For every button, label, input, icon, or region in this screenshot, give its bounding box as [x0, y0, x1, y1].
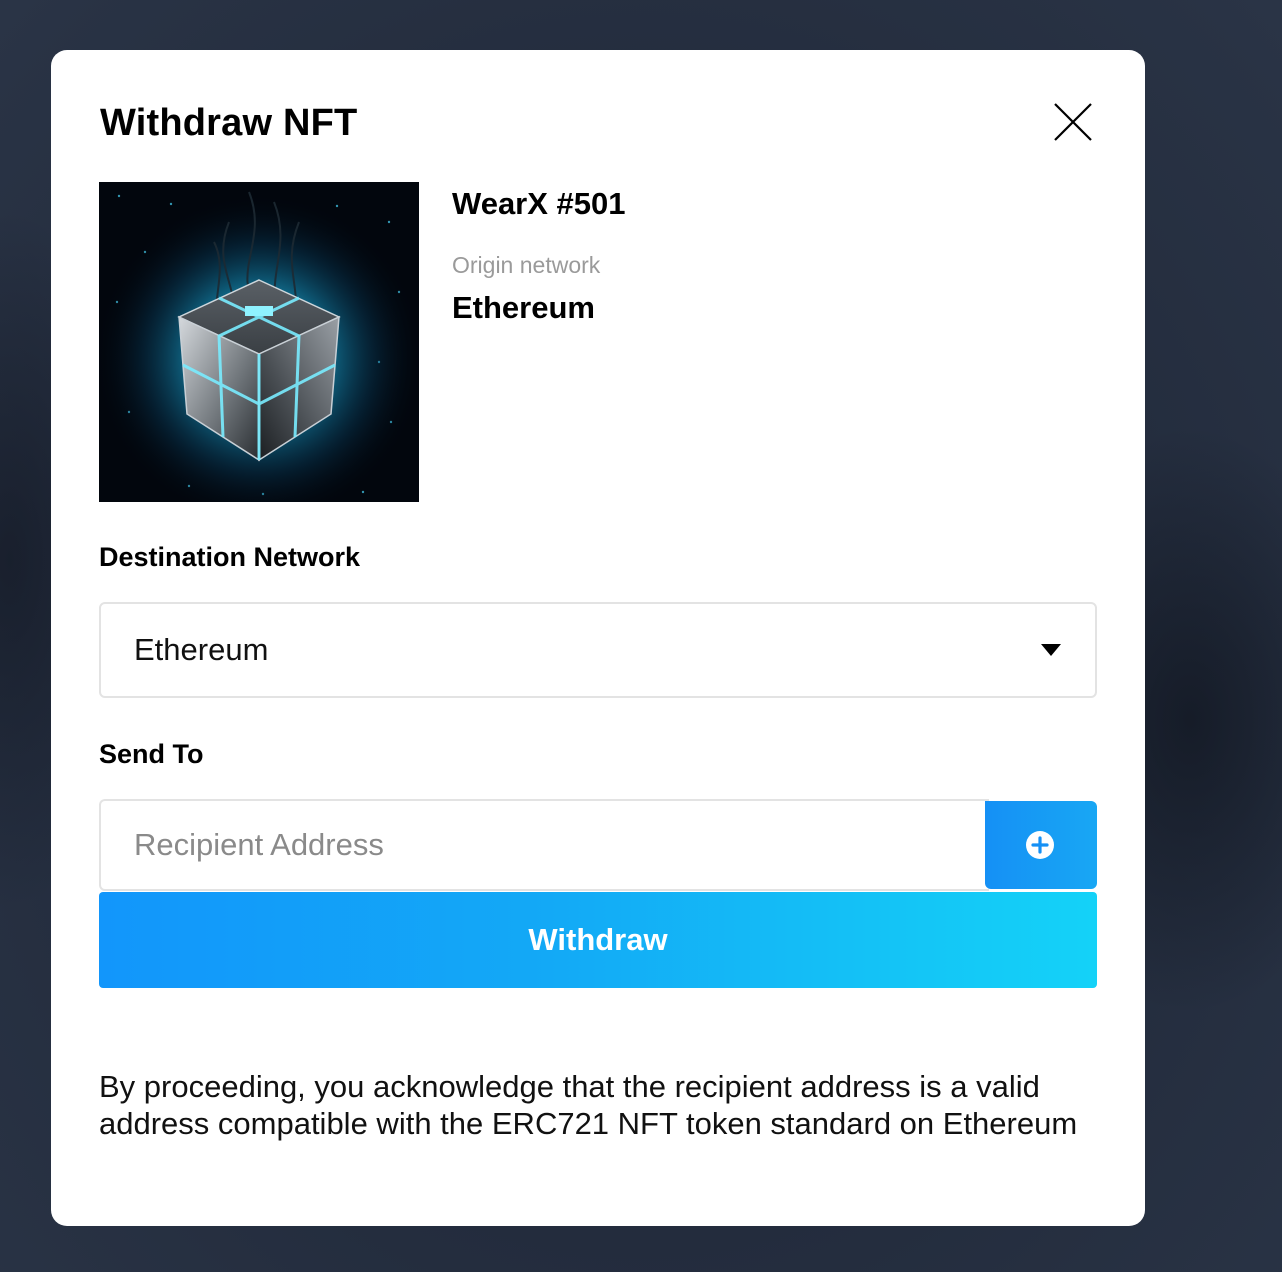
disclaimer-text: By proceeding, you acknowledge that the … [99, 1069, 1078, 1141]
origin-network-label: Origin network [452, 252, 601, 278]
plus-circle-icon [1026, 831, 1054, 859]
origin-network-value: Ethereum [452, 290, 595, 325]
withdraw-nft-modal: Withdraw NFT WearX #501 Origin network E… [51, 50, 1145, 1226]
chevron-down-icon [1041, 644, 1061, 656]
destination-network-value: Ethereum [134, 632, 269, 667]
add-address-button[interactable] [985, 801, 1097, 889]
destination-network-label: Destination Network [99, 542, 361, 572]
nft-image [99, 182, 419, 502]
recipient-address-row [99, 799, 1097, 891]
nft-name: WearX #501 [452, 186, 626, 221]
modal-title: Withdraw NFT [100, 102, 358, 144]
destination-network-select[interactable]: Ethereum [99, 602, 1097, 698]
close-button[interactable] [1051, 100, 1095, 144]
close-icon [1054, 103, 1092, 141]
send-to-label: Send To [99, 739, 204, 769]
withdraw-button[interactable]: Withdraw [99, 892, 1097, 988]
recipient-address-input[interactable] [99, 799, 989, 891]
